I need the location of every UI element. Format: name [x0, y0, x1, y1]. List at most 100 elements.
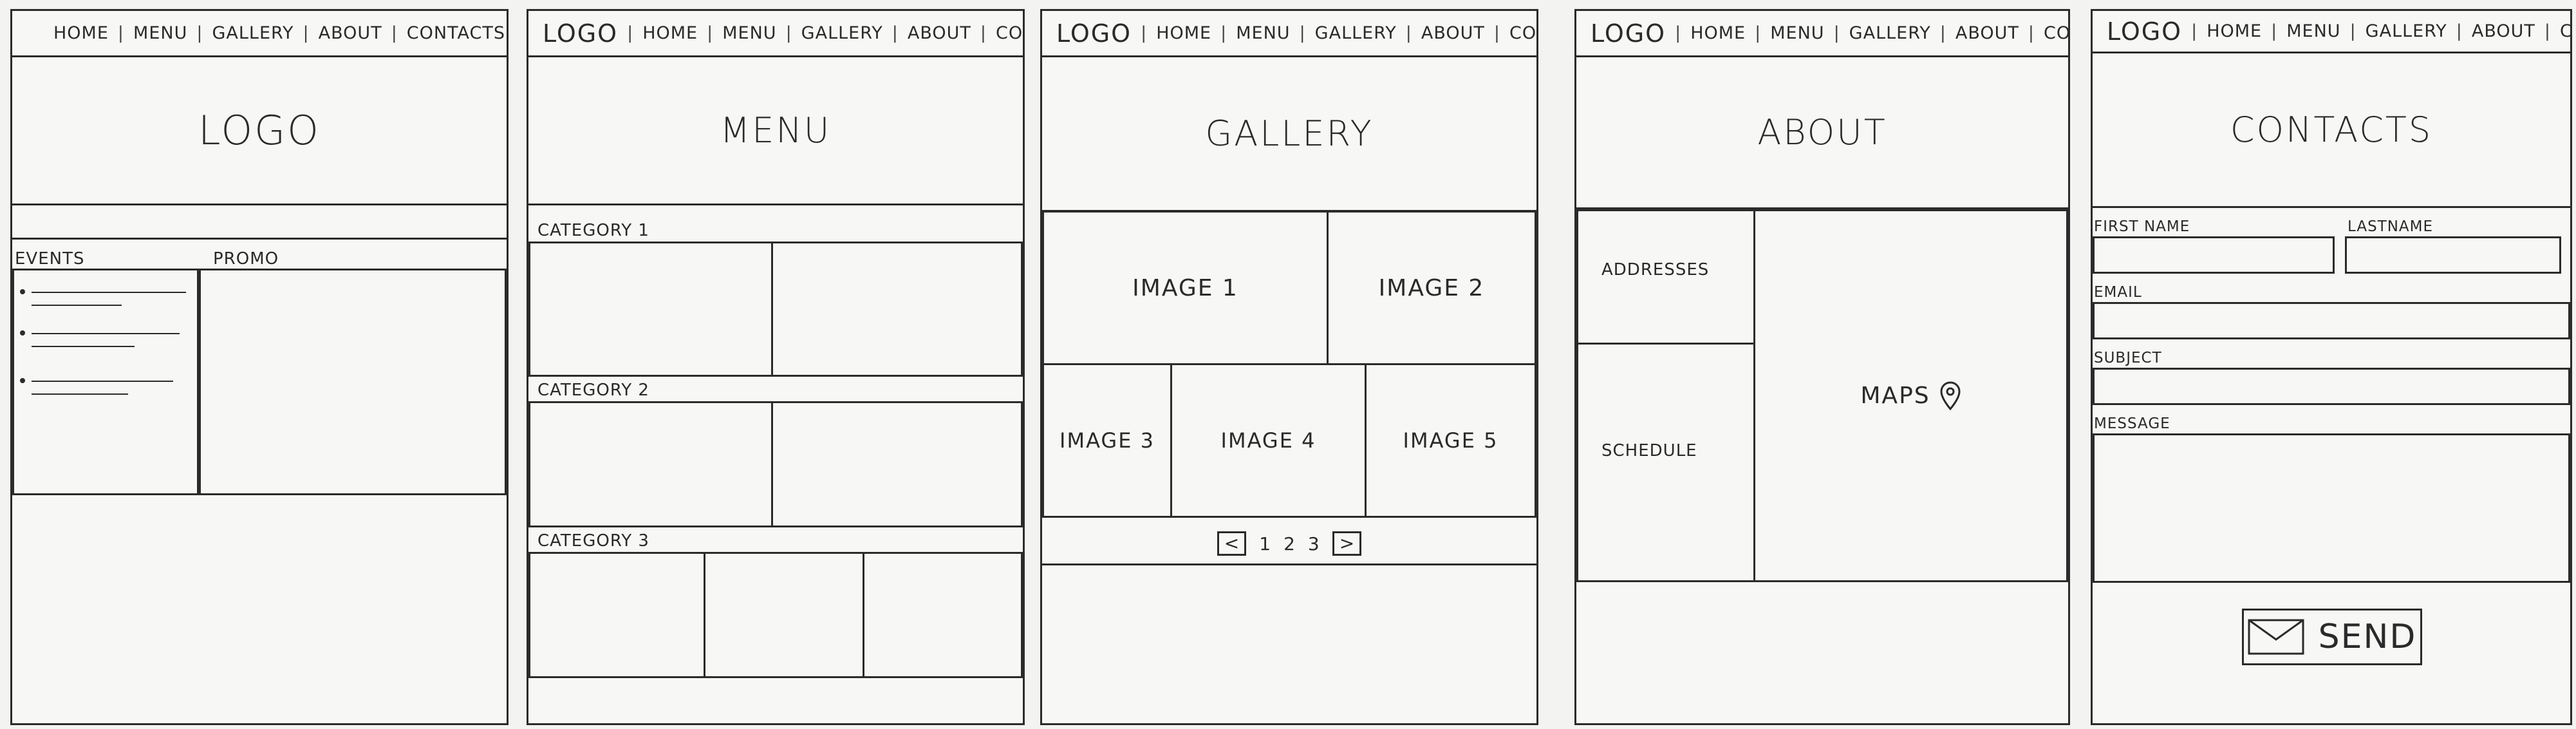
gallery-image-3[interactable]: IMAGE 3 [1042, 363, 1172, 518]
events-label: EVENTS [15, 249, 85, 269]
nav-separator: | [1675, 23, 1682, 43]
gallery-image-4[interactable]: IMAGE 4 [1170, 363, 1367, 518]
image-5-label: IMAGE 5 [1403, 428, 1498, 453]
event-bullet [20, 378, 25, 383]
nav-about[interactable]: ABOUT [1421, 23, 1485, 43]
category-1-item[interactable] [528, 241, 773, 377]
event-line [32, 346, 135, 347]
contacts-wireframe: LOGO | HOME | MENU | GALLERY | ABOUT | C… [2091, 9, 2572, 725]
nav-bar: LOGO | HOME | MENU | GALLERY | ABOUT | C… [2093, 11, 2570, 53]
nav-about[interactable]: ABOUT [908, 23, 971, 43]
nav-bar: HOME | MENU | GALLERY | ABOUT | CONTACTS [12, 11, 507, 57]
nav-gallery[interactable]: GALLERY [2366, 21, 2447, 41]
nav-separator: | [1141, 23, 1148, 43]
nav-gallery[interactable]: GALLERY [212, 23, 294, 43]
addresses-label: ADDRESSES [1601, 260, 1710, 279]
category-2-item[interactable] [771, 401, 1023, 527]
nav-gallery[interactable]: GALLERY [1849, 23, 1931, 43]
category-3-item[interactable] [704, 552, 864, 678]
envelope-icon [2248, 619, 2304, 655]
nav-separator: | [2271, 21, 2278, 41]
event-line [32, 305, 122, 306]
nav-logo[interactable]: LOGO [1591, 19, 1666, 48]
nav-separator: | [1755, 23, 1762, 43]
gallery-image-1[interactable]: IMAGE 1 [1042, 211, 1329, 365]
next-page-button[interactable]: > [1332, 531, 1362, 556]
nav-home[interactable]: HOME [2207, 21, 2262, 41]
addresses-block: ADDRESSES [1576, 209, 1755, 345]
nav-menu[interactable]: MENU [133, 23, 187, 43]
page-1[interactable]: 1 [1259, 533, 1271, 554]
nav-separator: | [1939, 23, 1946, 43]
message-field[interactable] [2093, 433, 2570, 583]
nav-home[interactable]: HOME [1690, 23, 1746, 43]
maps-block[interactable]: MAPS [1753, 209, 2068, 582]
nav-about[interactable]: ABOUT [2472, 21, 2535, 41]
nav-gallery[interactable]: GALLERY [801, 23, 883, 43]
event-bullet [20, 289, 25, 294]
page-3[interactable]: 3 [1308, 533, 1320, 554]
gallery-wireframe: LOGO | HOME | MENU | GALLERY | ABOUT | C… [1040, 9, 1538, 725]
nav-logo[interactable]: LOGO [2107, 17, 2182, 46]
nav-separator: | [117, 23, 125, 43]
schedule-block: SCHEDULE [1576, 343, 1755, 582]
nav-about[interactable]: ABOUT [319, 23, 382, 43]
nav-home[interactable]: HOME [53, 23, 109, 43]
send-button[interactable]: SEND [2242, 609, 2422, 665]
nav-separator: | [707, 23, 714, 43]
nav-logo[interactable]: LOGO [543, 19, 618, 48]
menu-hero: MENU [528, 57, 1023, 205]
email-field[interactable] [2093, 302, 2570, 339]
event-line [32, 292, 186, 293]
map-pin-icon [1940, 381, 1961, 410]
nav-menu[interactable]: MENU [722, 23, 776, 43]
about-hero: ABOUT [1576, 57, 2068, 209]
page-2[interactable]: 2 [1283, 533, 1295, 554]
nav-separator: | [196, 23, 203, 43]
home-wireframe: HOME | MENU | GALLERY | ABOUT | CONTACTS… [10, 9, 509, 725]
nav-home[interactable]: HOME [1156, 23, 1211, 43]
gallery-image-2[interactable]: IMAGE 2 [1327, 211, 1536, 365]
promo-label: PROMO [213, 249, 279, 269]
nav-separator: | [1220, 23, 1227, 43]
event-line [32, 333, 180, 334]
gallery-image-5[interactable]: IMAGE 5 [1365, 363, 1536, 518]
nav-menu[interactable]: MENU [1236, 23, 1290, 43]
last-name-field[interactable] [2345, 236, 2561, 274]
nav-home[interactable]: HOME [642, 23, 698, 43]
first-name-field[interactable] [2093, 236, 2335, 274]
promo-block [199, 269, 507, 495]
nav-contacts[interactable]: CONTACTS [996, 23, 1023, 43]
category-3-item[interactable] [528, 552, 705, 678]
nav-separator: | [1493, 23, 1500, 43]
nav-separator: | [2028, 23, 2035, 43]
nav-about[interactable]: ABOUT [1955, 23, 2019, 43]
nav-contacts[interactable]: CONTACTS [407, 23, 505, 43]
nav-contacts[interactable]: CONTACTS [2044, 23, 2068, 43]
nav-separator: | [891, 23, 899, 43]
nav-separator: | [391, 23, 398, 43]
nav-separator: | [303, 23, 310, 43]
nav-separator: | [2349, 21, 2357, 41]
divider [1042, 563, 1536, 565]
nav-menu[interactable]: MENU [1770, 23, 1824, 43]
last-name-label: LASTNAME [2347, 218, 2434, 235]
nav-menu[interactable]: MENU [2286, 21, 2340, 41]
nav-contacts[interactable]: CONTACTS [1509, 23, 1536, 43]
nav-separator: | [1833, 23, 1840, 43]
schedule-label: SCHEDULE [1601, 441, 1697, 460]
contacts-hero: CONTACTS [2093, 53, 2570, 208]
nav-logo[interactable]: LOGO [1056, 19, 1132, 48]
subject-field[interactable] [2093, 368, 2570, 405]
category-1-item[interactable] [771, 241, 1023, 377]
prev-page-button[interactable]: < [1217, 531, 1247, 556]
category-1-label: CATEGORY 1 [537, 221, 649, 240]
nav-contacts[interactable]: CONTACTS [2560, 21, 2570, 41]
events-block [12, 269, 199, 495]
nav-gallery[interactable]: GALLERY [1315, 23, 1397, 43]
category-2-item[interactable] [528, 401, 773, 527]
nav-separator: | [2456, 21, 2463, 41]
category-3-item[interactable] [863, 552, 1023, 678]
nav-separator: | [785, 23, 792, 43]
about-wireframe: LOGO | HOME | MENU | GALLERY | ABOUT | C… [1574, 9, 2070, 725]
